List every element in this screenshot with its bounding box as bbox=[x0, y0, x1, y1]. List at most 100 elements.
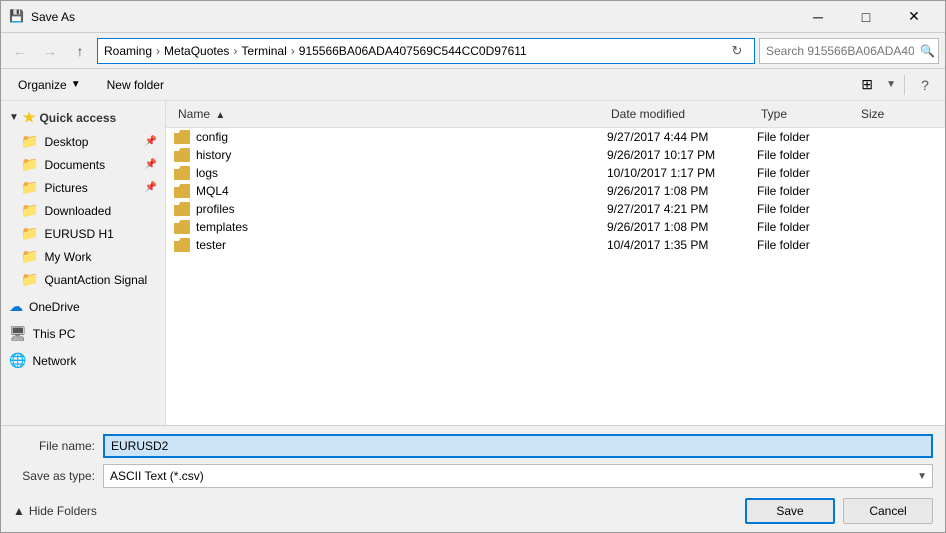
sidebar: ▼ ★ Quick access 📁 Desktop 📌 📁 Documents… bbox=[1, 101, 166, 425]
desktop-folder-icon: 📁 bbox=[21, 133, 38, 150]
file-date: 10/4/2017 1:35 PM bbox=[607, 238, 757, 252]
col-name[interactable]: Name ▲ bbox=[174, 105, 607, 123]
table-row[interactable]: config 9/27/2017 4:44 PM File folder bbox=[166, 128, 945, 146]
sidebar-item-mywork[interactable]: 📁 My Work bbox=[1, 245, 165, 268]
desktop-pin-icon: 📌 bbox=[145, 136, 157, 147]
network-icon: 🌐 bbox=[9, 352, 26, 369]
file-date: 10/10/2017 1:17 PM bbox=[607, 166, 757, 180]
quick-access-label: Quick access bbox=[39, 111, 116, 125]
folder-icon bbox=[174, 220, 190, 234]
pictures-folder-icon: 📁 bbox=[21, 179, 38, 196]
file-list: Name ▲ Date modified Type Size config 9/… bbox=[166, 101, 945, 425]
file-name: tester bbox=[196, 238, 226, 252]
sidebar-item-downloaded[interactable]: 📁 Downloaded bbox=[1, 199, 165, 222]
col-size[interactable]: Size bbox=[857, 105, 937, 123]
downloaded-folder-icon: 📁 bbox=[21, 202, 38, 219]
table-row[interactable]: profiles 9/27/2017 4:21 PM File folder bbox=[166, 200, 945, 218]
search-icon-button[interactable]: 🔍 bbox=[920, 44, 935, 58]
organize-button[interactable]: Organize ▼ bbox=[9, 73, 90, 97]
organize-label: Organize bbox=[18, 78, 67, 92]
help-button[interactable]: ? bbox=[913, 73, 937, 97]
view-button[interactable]: ⊞ bbox=[852, 73, 882, 97]
sidebar-item-eurusd[interactable]: 📁 EURUSD H1 bbox=[1, 222, 165, 245]
onedrive-label: OneDrive bbox=[29, 300, 80, 314]
thispc-icon: 🖥 bbox=[9, 325, 27, 342]
sidebar-item-onedrive[interactable]: ☁ OneDrive bbox=[1, 295, 165, 318]
file-name-cell: MQL4 bbox=[174, 184, 607, 198]
eurusd-folder-icon: 📁 bbox=[21, 225, 38, 242]
maximize-button[interactable]: □ bbox=[843, 1, 889, 33]
col-date[interactable]: Date modified bbox=[607, 105, 757, 123]
filename-label: File name: bbox=[13, 439, 103, 453]
sidebar-item-network[interactable]: 🌐 Network bbox=[1, 349, 165, 372]
file-name-cell: templates bbox=[174, 220, 607, 234]
file-name-cell: tester bbox=[174, 238, 607, 252]
filename-input[interactable] bbox=[103, 434, 933, 458]
minimize-button[interactable]: ─ bbox=[795, 1, 841, 33]
quick-access-section: ▼ ★ Quick access 📁 Desktop 📌 📁 Documents… bbox=[1, 105, 165, 291]
forward-button[interactable]: → bbox=[37, 38, 63, 64]
sidebar-item-pictures[interactable]: 📁 Pictures 📌 bbox=[1, 176, 165, 199]
hide-folders-label: Hide Folders bbox=[29, 504, 97, 518]
sidebar-item-desktop[interactable]: 📁 Desktop 📌 bbox=[1, 130, 165, 153]
sidebar-item-thispc[interactable]: 🖥 This PC bbox=[1, 322, 165, 345]
main-content: ▼ ★ Quick access 📁 Desktop 📌 📁 Documents… bbox=[1, 101, 945, 425]
savetype-select[interactable]: ASCII Text (*.csv) bbox=[103, 464, 933, 488]
table-row[interactable]: MQL4 9/26/2017 1:08 PM File folder bbox=[166, 182, 945, 200]
network-label: Network bbox=[32, 354, 76, 368]
folder-icon bbox=[174, 238, 190, 252]
address-bar[interactable]: Roaming › MetaQuotes › Terminal › 915566… bbox=[97, 38, 755, 64]
sidebar-item-documents[interactable]: 📁 Documents 📌 bbox=[1, 153, 165, 176]
filename-row: File name: bbox=[13, 434, 933, 458]
table-row[interactable]: tester 10/4/2017 1:35 PM File folder bbox=[166, 236, 945, 254]
path-metaquotes: MetaQuotes bbox=[164, 44, 229, 58]
save-button[interactable]: Save bbox=[745, 498, 835, 524]
documents-folder-icon: 📁 bbox=[21, 156, 38, 173]
desktop-label: Desktop bbox=[44, 135, 88, 149]
pictures-label: Pictures bbox=[44, 181, 87, 195]
quantaction-folder-icon: 📁 bbox=[21, 271, 38, 288]
quantaction-label: QuantAction Signal bbox=[44, 273, 147, 287]
back-button[interactable]: ← bbox=[7, 38, 33, 64]
col-type[interactable]: Type bbox=[757, 105, 857, 123]
quick-access-header[interactable]: ▼ ★ Quick access bbox=[1, 105, 165, 130]
file-type: File folder bbox=[757, 148, 857, 162]
savetype-select-wrapper: ASCII Text (*.csv) ▼ bbox=[103, 464, 933, 488]
file-date: 9/27/2017 4:44 PM bbox=[607, 130, 757, 144]
file-name-cell: history bbox=[174, 148, 607, 162]
savetype-row: Save as type: ASCII Text (*.csv) ▼ bbox=[13, 464, 933, 488]
search-input[interactable] bbox=[759, 38, 939, 64]
up-button[interactable]: ↑ bbox=[67, 38, 93, 64]
mywork-label: My Work bbox=[44, 250, 91, 264]
table-row[interactable]: history 9/26/2017 10:17 PM File folder bbox=[166, 146, 945, 164]
refresh-button[interactable]: ↻ bbox=[726, 40, 748, 62]
file-date: 9/26/2017 10:17 PM bbox=[607, 148, 757, 162]
close-button[interactable]: ✕ bbox=[891, 1, 937, 33]
title-bar: 💾 Save As ─ □ ✕ bbox=[1, 1, 945, 33]
cancel-button[interactable]: Cancel bbox=[843, 498, 933, 524]
mywork-folder-icon: 📁 bbox=[21, 248, 38, 265]
file-type: File folder bbox=[757, 130, 857, 144]
new-folder-label: New folder bbox=[107, 78, 164, 92]
toolbar-separator bbox=[904, 75, 905, 95]
sidebar-item-quantaction[interactable]: 📁 QuantAction Signal bbox=[1, 268, 165, 291]
address-path: Roaming › MetaQuotes › Terminal › 915566… bbox=[104, 44, 722, 58]
file-type: File folder bbox=[757, 202, 857, 216]
folder-icon bbox=[174, 130, 190, 144]
address-bar-row: ← → ↑ Roaming › MetaQuotes › Terminal › … bbox=[1, 33, 945, 69]
path-roaming: Roaming bbox=[104, 44, 152, 58]
file-list-header: Name ▲ Date modified Type Size bbox=[166, 101, 945, 128]
file-type: File folder bbox=[757, 184, 857, 198]
table-row[interactable]: templates 9/26/2017 1:08 PM File folder bbox=[166, 218, 945, 236]
window-controls: ─ □ ✕ bbox=[795, 1, 937, 33]
window-title: Save As bbox=[31, 10, 795, 24]
file-type: File folder bbox=[757, 166, 857, 180]
table-row[interactable]: logs 10/10/2017 1:17 PM File folder bbox=[166, 164, 945, 182]
file-name-cell: logs bbox=[174, 166, 607, 180]
new-folder-button[interactable]: New folder bbox=[98, 73, 173, 97]
hide-folders-button[interactable]: ▲ Hide Folders bbox=[13, 498, 105, 524]
toolbar-right: ⊞ ▼ ? bbox=[852, 73, 937, 97]
savetype-label: Save as type: bbox=[13, 469, 103, 483]
file-type: File folder bbox=[757, 220, 857, 234]
path-hash: 915566BA06ADA407569C544CC0D97611 bbox=[299, 44, 527, 58]
